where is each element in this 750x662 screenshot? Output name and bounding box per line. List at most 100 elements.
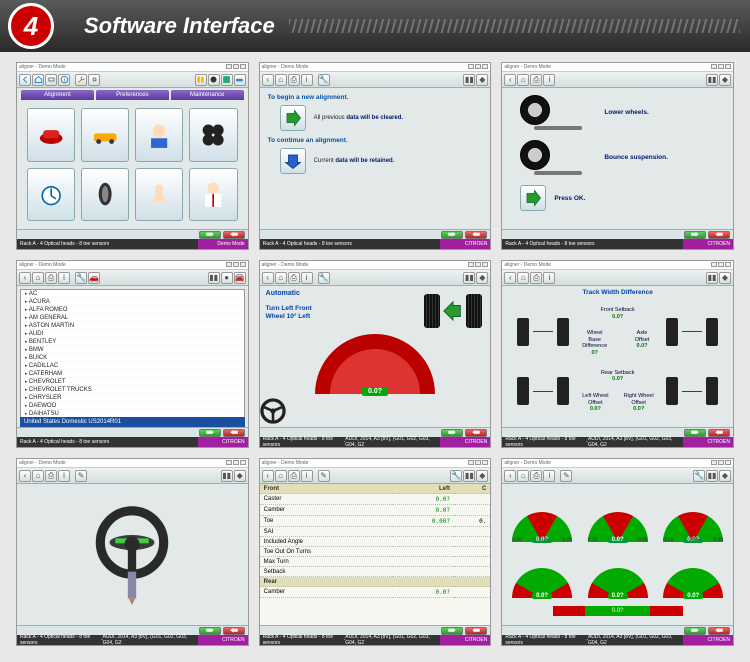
menu-manual[interactable] bbox=[135, 168, 183, 222]
home-icon[interactable] bbox=[32, 74, 44, 86]
diag-icon[interactable]: ◆ bbox=[234, 470, 246, 482]
print-icon[interactable]: ⎙ bbox=[288, 272, 300, 284]
next-button[interactable] bbox=[684, 627, 706, 635]
back-button[interactable] bbox=[465, 231, 487, 239]
back-icon[interactable]: ‹ bbox=[504, 470, 516, 482]
diag-icon[interactable] bbox=[221, 74, 233, 86]
tab-maintenance[interactable]: Maintenance bbox=[171, 90, 244, 100]
next-button[interactable] bbox=[199, 429, 221, 437]
back-icon[interactable]: ‹ bbox=[262, 272, 274, 284]
next-button[interactable] bbox=[199, 231, 221, 239]
info-icon[interactable]: i bbox=[543, 272, 555, 284]
align-icon[interactable]: ▮▮ bbox=[463, 74, 475, 86]
align-icon[interactable]: ▮▮ bbox=[463, 272, 475, 284]
info-icon[interactable]: i bbox=[58, 74, 70, 86]
tire-tool-icon[interactable] bbox=[208, 74, 220, 86]
gear-icon[interactable] bbox=[88, 74, 100, 86]
make-item[interactable]: CHEVROLET bbox=[21, 378, 244, 386]
wrench-icon[interactable]: 🔧 bbox=[450, 470, 462, 482]
make-item[interactable]: DAEWOO bbox=[21, 402, 244, 410]
wrench-icon[interactable]: 🔧 bbox=[75, 272, 87, 284]
car-green-icon[interactable]: 🚘 bbox=[234, 272, 246, 284]
diag-icon[interactable]: ◆ bbox=[719, 470, 731, 482]
make-item[interactable]: AUDI bbox=[21, 330, 244, 338]
back-button[interactable] bbox=[223, 627, 245, 635]
continue-button[interactable] bbox=[280, 148, 306, 174]
home-icon[interactable]: ⌂ bbox=[517, 470, 529, 482]
home-icon[interactable]: ⌂ bbox=[275, 74, 287, 86]
home-icon[interactable]: ⌂ bbox=[517, 74, 529, 86]
wrench-icon[interactable]: 🔧 bbox=[693, 470, 705, 482]
print-icon[interactable]: ⎙ bbox=[530, 272, 542, 284]
make-item[interactable]: AM GENERAL bbox=[21, 314, 244, 322]
next-button[interactable] bbox=[441, 429, 463, 437]
print-icon[interactable]: ⎙ bbox=[45, 470, 57, 482]
wrench-icon[interactable]: 🔧 bbox=[318, 272, 330, 284]
home-icon[interactable]: ⌂ bbox=[32, 272, 44, 284]
home-icon[interactable]: ⌂ bbox=[275, 470, 287, 482]
wrench-icon[interactable] bbox=[75, 74, 87, 86]
next-button[interactable] bbox=[684, 429, 706, 437]
diag-icon[interactable]: ◆ bbox=[476, 470, 488, 482]
make-item[interactable]: BUICK bbox=[21, 354, 244, 362]
car-icon[interactable] bbox=[234, 74, 246, 86]
back-button[interactable] bbox=[708, 231, 730, 239]
wrench-icon[interactable]: 🔧 bbox=[318, 74, 330, 86]
tab-preferences[interactable]: Preferences bbox=[96, 90, 169, 100]
make-item[interactable]: ACURA bbox=[21, 298, 244, 306]
back-icon[interactable]: ‹ bbox=[19, 470, 31, 482]
make-item[interactable]: CHRYSLER bbox=[21, 394, 244, 402]
make-item[interactable]: ASTON MARTIN bbox=[21, 322, 244, 330]
make-item[interactable]: ALFA ROMEO bbox=[21, 306, 244, 314]
menu-customer[interactable] bbox=[135, 108, 183, 162]
pen-icon[interactable]: ✎ bbox=[560, 470, 572, 482]
print-icon[interactable]: ⎙ bbox=[288, 74, 300, 86]
back-button[interactable] bbox=[223, 429, 245, 437]
next-button[interactable] bbox=[441, 231, 463, 239]
back-button[interactable] bbox=[708, 627, 730, 635]
car-add-icon[interactable]: 🚗 bbox=[88, 272, 100, 284]
back-button[interactable] bbox=[465, 429, 487, 437]
back-icon[interactable] bbox=[19, 74, 31, 86]
print-icon[interactable]: ⎙ bbox=[45, 272, 57, 284]
make-list[interactable]: ACACURAALFA ROMEOAM GENERALASTON MARTINA… bbox=[20, 289, 245, 420]
align-icon[interactable]: ▮▮ bbox=[463, 470, 475, 482]
back-icon[interactable]: ‹ bbox=[504, 74, 516, 86]
print-icon[interactable] bbox=[45, 74, 57, 86]
menu-car-select[interactable] bbox=[81, 108, 129, 162]
make-item[interactable]: BMW bbox=[21, 346, 244, 354]
align-icon[interactable]: ▮▮ bbox=[706, 74, 718, 86]
make-item[interactable]: AC bbox=[21, 290, 244, 298]
menu-operator[interactable] bbox=[189, 168, 237, 222]
align-icon[interactable]: ▮▮ bbox=[706, 470, 718, 482]
align-icon[interactable]: ▮▮ bbox=[208, 272, 220, 284]
pen-icon[interactable]: ✎ bbox=[75, 470, 87, 482]
info-icon[interactable]: i bbox=[301, 470, 313, 482]
home-icon[interactable]: ⌂ bbox=[32, 470, 44, 482]
menu-tire-section[interactable] bbox=[81, 168, 129, 222]
next-button[interactable] bbox=[441, 627, 463, 635]
ok-button[interactable] bbox=[520, 185, 546, 211]
diag-icon[interactable]: ◆ bbox=[476, 74, 488, 86]
make-item[interactable]: CADILLAC bbox=[21, 362, 244, 370]
print-icon[interactable]: ⎙ bbox=[288, 470, 300, 482]
tire-icon[interactable]: ● bbox=[221, 272, 233, 284]
back-button[interactable] bbox=[708, 429, 730, 437]
window-controls[interactable] bbox=[225, 64, 246, 71]
info-icon[interactable]: i bbox=[543, 74, 555, 86]
back-button[interactable] bbox=[465, 627, 487, 635]
home-icon[interactable]: ⌂ bbox=[517, 272, 529, 284]
back-icon[interactable]: ‹ bbox=[262, 470, 274, 482]
next-button[interactable] bbox=[684, 231, 706, 239]
info-icon[interactable]: i bbox=[543, 470, 555, 482]
print-icon[interactable]: ⎙ bbox=[530, 74, 542, 86]
info-icon[interactable]: i bbox=[301, 272, 313, 284]
next-button[interactable] bbox=[199, 627, 221, 635]
back-icon[interactable]: ‹ bbox=[504, 272, 516, 284]
diag-icon[interactable]: ◆ bbox=[719, 272, 731, 284]
print-icon[interactable]: ⎙ bbox=[530, 470, 542, 482]
begin-button[interactable] bbox=[280, 105, 306, 131]
align-icon[interactable]: ▮▮ bbox=[706, 272, 718, 284]
info-icon[interactable]: i bbox=[58, 470, 70, 482]
menu-car-align[interactable] bbox=[27, 108, 75, 162]
